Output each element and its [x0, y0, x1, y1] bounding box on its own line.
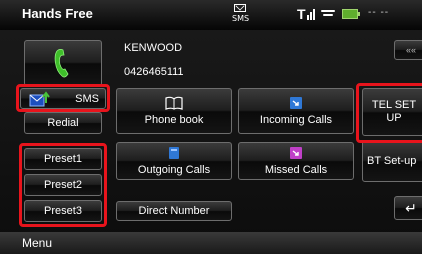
incoming-calls-label: Incoming Calls: [259, 114, 333, 126]
direct-number-button[interactable]: Direct Number: [116, 201, 232, 221]
scroll-back-button[interactable]: ««: [394, 40, 422, 60]
sms-status-icon: SMS: [232, 3, 250, 25]
call-button[interactable]: [24, 40, 102, 86]
outgoing-call-icon: [169, 147, 179, 159]
hands-free-screen: Hands Free SMS T -- -- KENWOOD 042646511…: [0, 0, 422, 254]
battery-icon: [342, 9, 360, 19]
sms-status-label: SMS: [232, 14, 250, 23]
outgoing-calls-button[interactable]: Outgoing Calls: [116, 142, 232, 180]
signal-strength-icon: T: [297, 5, 319, 23]
phone-book-button[interactable]: Phone book: [116, 88, 232, 134]
redial-button[interactable]: Redial: [24, 112, 102, 134]
app-title: Hands Free: [22, 6, 93, 21]
clock: -- --: [368, 7, 390, 18]
missed-call-icon: [290, 147, 302, 159]
device-name: KENWOOD: [124, 42, 183, 54]
missed-calls-button[interactable]: Missed Calls: [238, 142, 354, 180]
scroll-back-label: ««: [405, 45, 416, 55]
book-icon: [165, 96, 183, 110]
phone-book-label: Phone book: [144, 114, 204, 126]
missed-calls-label: Missed Calls: [264, 164, 328, 176]
phone-handset-icon: [54, 49, 69, 78]
tel-setup-highlight-box: [356, 83, 422, 143]
bt-setup-label: BT Set-up: [367, 155, 417, 167]
outgoing-calls-label: Outgoing Calls: [137, 164, 211, 176]
menu-bar[interactable]: [0, 232, 422, 254]
incoming-calls-button[interactable]: Incoming Calls: [238, 88, 354, 134]
menu-label[interactable]: Menu: [22, 236, 52, 250]
return-button[interactable]: ↵: [394, 196, 422, 220]
presets-highlight-box: [19, 143, 107, 227]
direct-number-label: Direct Number: [138, 205, 210, 217]
device-number: 0426465111: [124, 66, 184, 78]
wifi-icon: [321, 10, 337, 20]
incoming-call-icon: [290, 97, 302, 109]
bt-setup-button[interactable]: BT Set-up: [362, 140, 422, 182]
return-icon: ↵: [405, 200, 417, 216]
sms-highlight-box: [16, 84, 110, 112]
redial-label: Redial: [47, 117, 79, 129]
